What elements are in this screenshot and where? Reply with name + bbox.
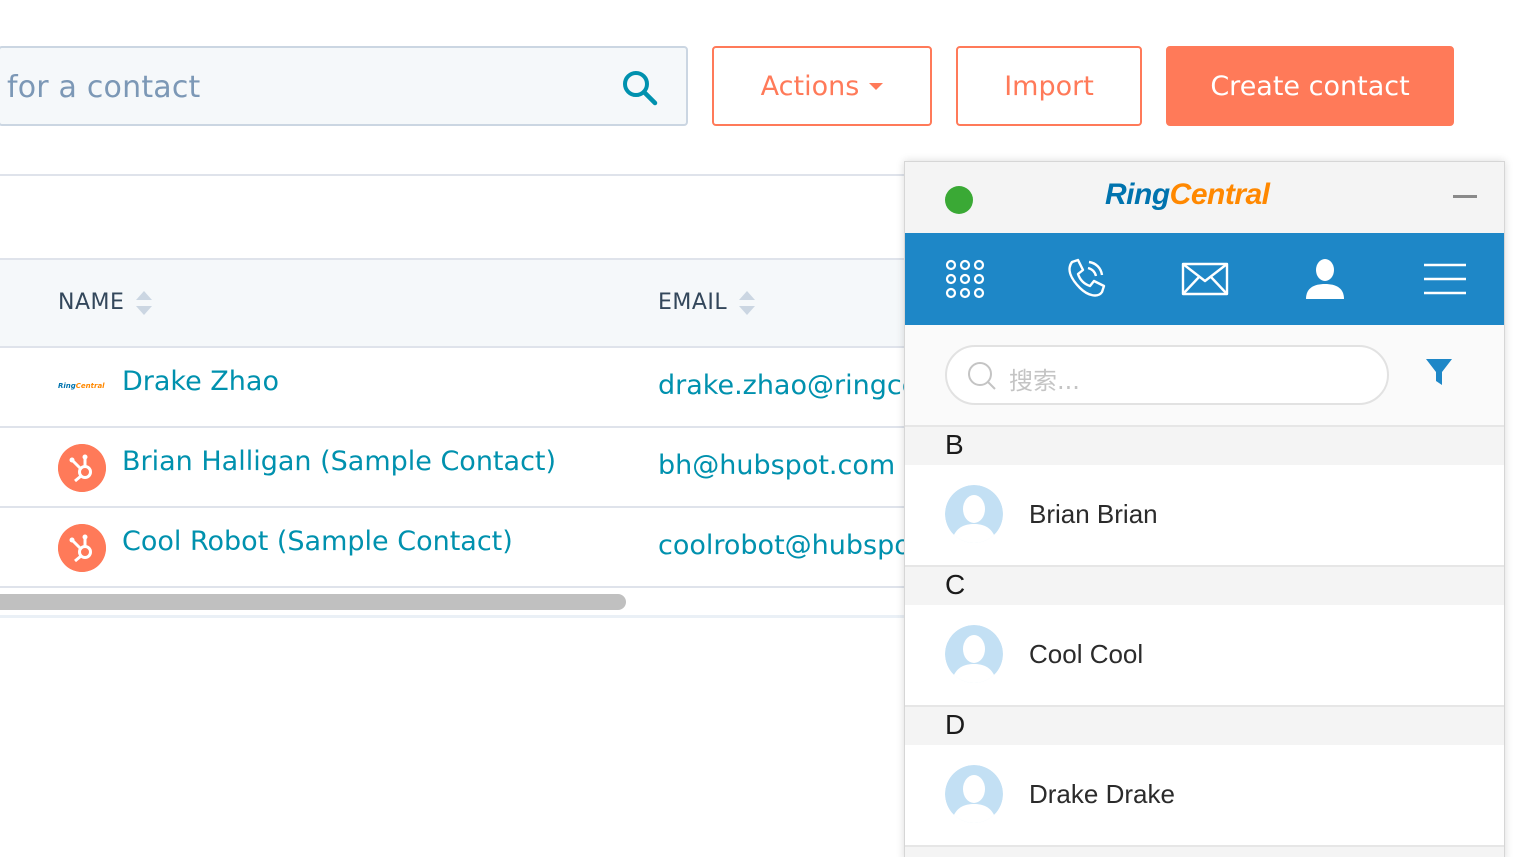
widget-contact-name: Cool Cool (1029, 639, 1144, 669)
section-letter: B (945, 429, 964, 460)
table-row: RingCentral Drake Zhao drake.zhao@ringce (0, 348, 904, 428)
menu-icon[interactable] (1417, 251, 1473, 307)
hubspot-logo-icon (58, 444, 106, 492)
section-letter: C (945, 569, 966, 600)
create-contact-label: Create contact (1210, 70, 1410, 102)
sort-icon[interactable] (739, 290, 756, 315)
widget-search-input[interactable]: 搜索... (945, 345, 1389, 405)
create-contact-button[interactable]: Create contact (1166, 46, 1454, 126)
contact-email-link[interactable]: drake.zhao@ringce (658, 370, 904, 401)
widget-search-area: 搜索... (905, 325, 1504, 425)
section-header: C (905, 565, 1504, 605)
filter-icon[interactable] (1425, 357, 1453, 387)
sort-icon[interactable] (136, 290, 153, 315)
message-icon[interactable] (1177, 251, 1233, 307)
search-placeholder: h for a contact (0, 70, 201, 105)
logo-ring-text: Ring (1105, 178, 1170, 211)
avatar-icon (945, 485, 1003, 543)
avatar-icon (945, 765, 1003, 823)
import-button[interactable]: Import (956, 46, 1142, 126)
widget-contact-item[interactable]: Drake Drake (905, 745, 1504, 845)
contact-name-link[interactable]: Brian Halligan (Sample Contact) (122, 446, 556, 477)
ringcentral-logo: RingCentral (1105, 178, 1270, 212)
contact-email-link[interactable]: bh@hubspot.com (658, 450, 904, 481)
column-header-email-label: EMAIL (658, 290, 728, 315)
status-indicator[interactable] (945, 186, 973, 214)
phone-icon[interactable] (1057, 251, 1113, 307)
horizontal-scrollbar-thumb[interactable] (0, 594, 626, 610)
avatar-icon (945, 625, 1003, 683)
contacts-icon[interactable] (1297, 251, 1353, 307)
contact-name-link[interactable]: Drake Zhao (122, 366, 279, 397)
ringcentral-logo-icon: RingCentral (58, 382, 105, 390)
hubspot-logo-icon (58, 524, 106, 572)
widget-contact-item[interactable]: Cool Cool (905, 605, 1504, 705)
contact-search-input[interactable]: h for a contact (0, 46, 688, 126)
chevron-down-icon (869, 82, 884, 90)
section-header: D (905, 705, 1504, 745)
section-header (905, 845, 1504, 857)
widget-contact-item[interactable]: Brian Brian (905, 465, 1504, 565)
logo-central-text: Central (1169, 178, 1270, 211)
ringcentral-widget: RingCentral 搜索... B Brian Brian C Cool C… (904, 161, 1505, 857)
column-header-email[interactable]: EMAIL (658, 290, 756, 315)
widget-nav (905, 233, 1504, 325)
widget-search-placeholder: 搜索... (1009, 367, 1080, 395)
column-header-name-label: NAME (58, 290, 125, 315)
actions-label: Actions (760, 70, 860, 102)
widget-contact-name: Drake Drake (1029, 779, 1175, 809)
dialpad-icon[interactable] (937, 251, 993, 307)
table-header: NAME EMAIL (0, 258, 904, 348)
widget-header: RingCentral (905, 162, 1504, 233)
search-icon[interactable] (620, 68, 660, 108)
table-row: Brian Halligan (Sample Contact) bh@hubsp… (0, 428, 904, 508)
contact-email-link[interactable]: coolrobot@hubspo (658, 530, 904, 561)
search-icon (968, 362, 996, 390)
contact-name-link[interactable]: Cool Robot (Sample Contact) (122, 526, 513, 557)
section-letter: D (945, 709, 966, 740)
column-header-name[interactable]: NAME (58, 290, 153, 315)
import-label: Import (1004, 70, 1094, 102)
actions-button[interactable]: Actions (712, 46, 932, 126)
table-row: Cool Robot (Sample Contact) coolrobot@hu… (0, 508, 904, 588)
section-header: B (905, 425, 1504, 465)
minimize-icon[interactable] (1453, 195, 1477, 198)
divider (0, 174, 904, 176)
widget-contact-name: Brian Brian (1029, 499, 1158, 529)
